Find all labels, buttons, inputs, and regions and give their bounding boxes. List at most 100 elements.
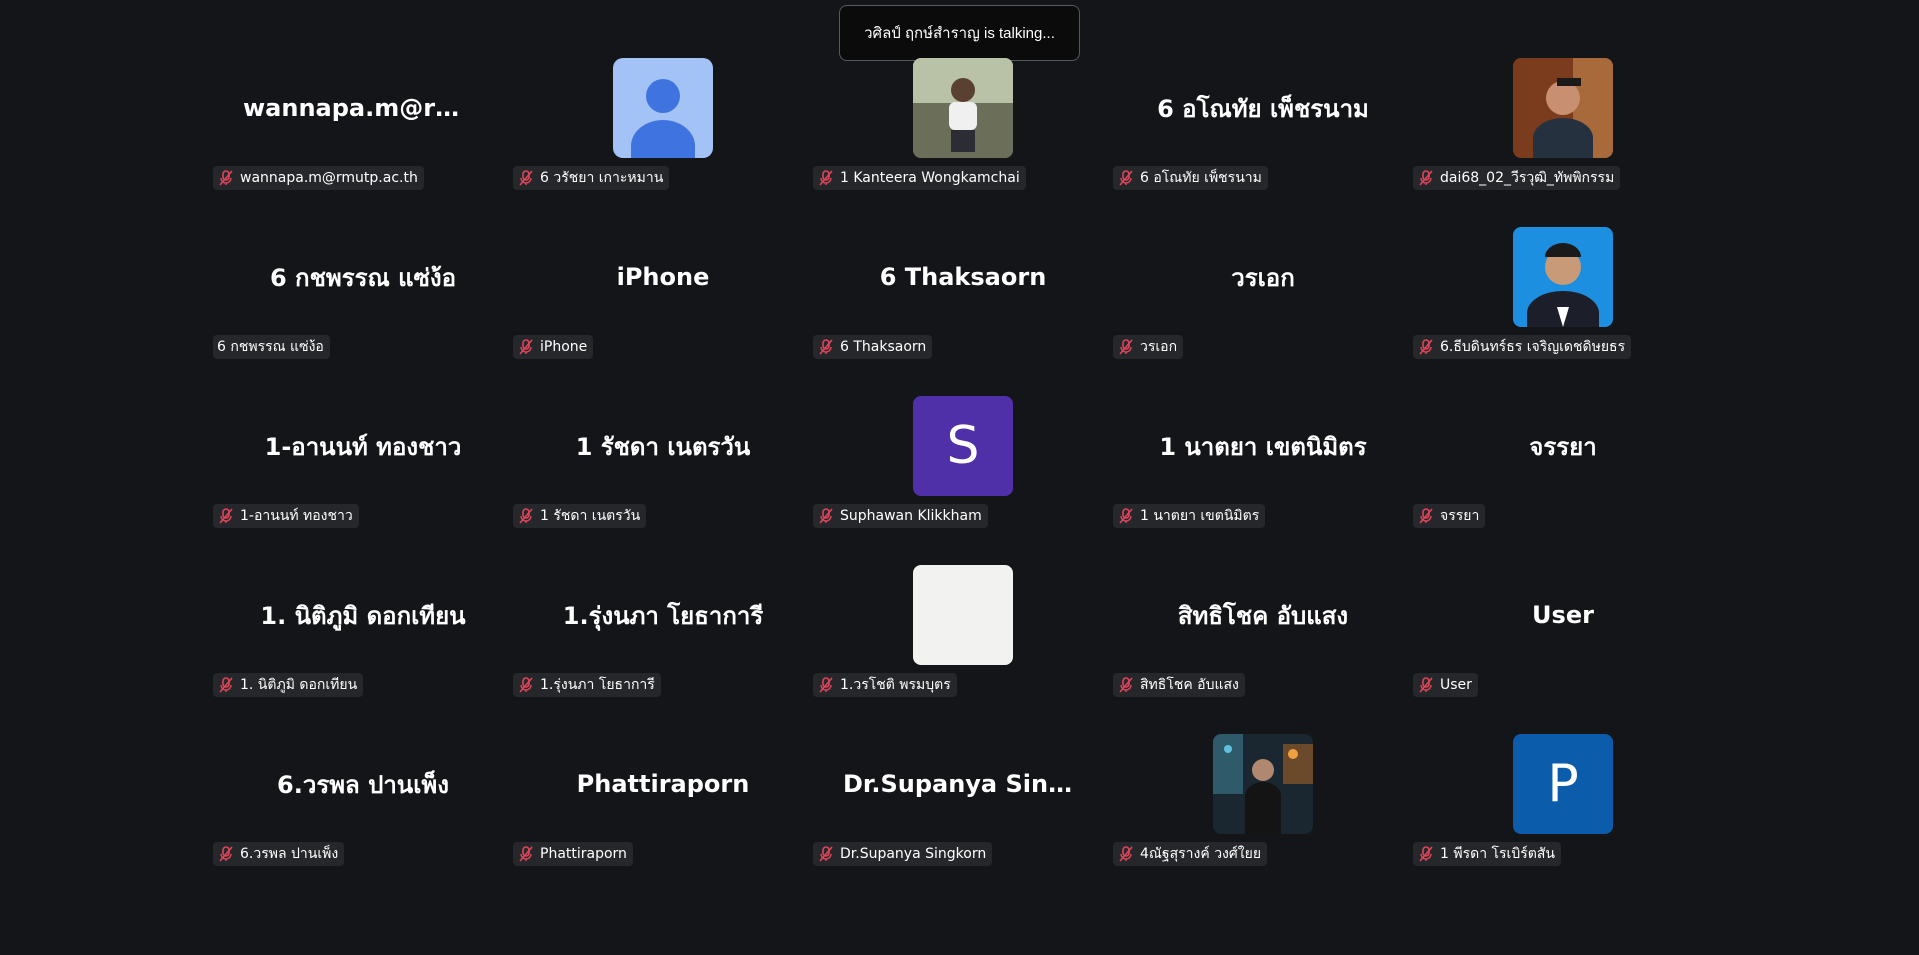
participant-display-name: 6 อโณทัย เพ็ชรนาม [1157, 94, 1369, 123]
participant-name-label: 1 พีรดา โรเบิร์ตสัน [1413, 842, 1561, 866]
participant-name-label: 1-อานนท์ ทองชาว [213, 504, 359, 528]
participant-tile[interactable]: 6 กชพรรณ แซ่ง้อ 6 กชพรรณ แซ่ง้อ [213, 221, 513, 390]
participant-name-label: 6 อโณทัย เพ็ชรนาม [1113, 166, 1268, 190]
participant-tile[interactable]: 6 อโณทัย เพ็ชรนาม 6 อโณทัย เพ็ชรนาม [1113, 52, 1413, 221]
participant-name-label: 6 กชพรรณ แซ่ง้อ [213, 335, 330, 359]
participant-tile[interactable]: วรเอก วรเอก [1113, 221, 1413, 390]
participant-display-name: สิทธิโชค อับแสง [1177, 601, 1349, 630]
participant-tile[interactable]: Dr.Supanya Sing... Dr.Supanya Singkorn [813, 728, 1113, 897]
participant-display-name: 1. นิติภูมิ ดอกเทียน [260, 601, 466, 630]
participant-name-label: สิทธิโชค อับแสง [1113, 673, 1245, 697]
mic-muted-icon [1119, 170, 1133, 186]
participant-tile[interactable]: wannapa.m@rm... wannapa.m@rmutp.ac.th [213, 52, 513, 221]
participant-name-label: wannapa.m@rmutp.ac.th [213, 166, 424, 190]
participant-tile[interactable]: สิทธิโชค อับแสง สิทธิโชค อับแสง [1113, 559, 1413, 728]
participant-tile[interactable]: P 1 พีรดา โรเบิร์ตสัน [1413, 728, 1713, 897]
participant-display-name: จรรยา [1529, 432, 1597, 461]
participant-tile[interactable]: S Suphawan Klikkham [813, 390, 1113, 559]
participant-display-name: 1-อานนท์ ทองชาว [264, 432, 462, 461]
mic-muted-icon [1419, 508, 1433, 524]
participant-display-name: User [1532, 601, 1594, 629]
participant-name-label: Phattiraporn [513, 842, 633, 866]
participant-name-label: 6 วรัชยา เกาะหมาน [513, 166, 670, 190]
mic-muted-icon [819, 170, 833, 186]
mic-muted-icon [519, 846, 533, 862]
participant-name-label: 1 Kanteera Wongkamchai [813, 166, 1026, 190]
participant-tile[interactable]: 6 วรัชยา เกาะหมาน [513, 52, 813, 221]
mic-muted-icon [1419, 677, 1433, 693]
mic-muted-icon [219, 508, 233, 524]
letter-avatar: P [1513, 734, 1613, 834]
person-silhouette-icon [631, 79, 695, 158]
mic-muted-icon [1119, 508, 1133, 524]
participant-display-name: 1 รัชดา เนตรวัน [575, 432, 751, 461]
participant-tile[interactable]: 6.ธีบดินทร์ธร เจริญเดชดิษยธร [1413, 221, 1713, 390]
mic-muted-icon [819, 677, 833, 693]
participant-name-label: วรเอก [1113, 335, 1184, 359]
participant-display-name: 6 กชพรรณ แซ่ง้อ [270, 263, 456, 292]
participant-tile[interactable]: 1 รัชดา เนตรวัน 1 รัชดา เนตรวัน [513, 390, 813, 559]
participant-tile[interactable]: 1 นาตยา เขตนิมิตร 1 นาตยา เขตนิมิตร [1113, 390, 1413, 559]
participant-display-name: 6 Thaksaorn [879, 263, 1047, 291]
mic-muted-icon [819, 508, 833, 524]
participant-name-label: 6.วรพล ปานเพ็ง [213, 842, 345, 866]
participant-name-label: 1.วรโชติ พรมบุตร [813, 673, 957, 697]
mic-muted-icon [1119, 846, 1133, 862]
participant-name-label: iPhone [513, 335, 594, 359]
mic-muted-icon [519, 677, 533, 693]
mic-muted-icon [1419, 846, 1433, 862]
blank-avatar [913, 565, 1013, 665]
participant-tile[interactable]: 1. นิติภูมิ ดอกเทียน 1. นิติภูมิ ดอกเทีย… [213, 559, 513, 728]
participant-tile[interactable]: 6 Thaksaorn 6 Thaksaorn [813, 221, 1113, 390]
profile-photo [1513, 227, 1613, 327]
participant-tile[interactable]: 1 Kanteera Wongkamchai [813, 52, 1113, 221]
participant-name-label: 4ณัฐสุรางค์ วงศ์ใยย [1113, 842, 1268, 866]
participant-name-label: จรรยา [1413, 504, 1486, 528]
participant-display-name: 1 นาตยา เขตนิมิตร [1159, 432, 1367, 461]
participant-tile[interactable]: จรรยา จรรยา [1413, 390, 1713, 559]
participant-name-label: 1 รัชดา เนตรวัน [513, 504, 647, 528]
meeting-stage: วศิลป์ ฤกษ์สำราญ is talking... wannapa.m… [0, 0, 1919, 955]
mic-muted-icon [219, 846, 233, 862]
participant-name-label: 1.รุ่งนภา โยธาการี [513, 673, 661, 697]
default-avatar [613, 58, 713, 158]
mic-muted-icon [819, 846, 833, 862]
mic-muted-icon [1419, 170, 1433, 186]
mic-muted-icon [1419, 339, 1433, 355]
profile-photo [1513, 58, 1613, 158]
participant-display-name: Dr.Supanya Sing... [843, 770, 1083, 798]
profile-photo [1213, 734, 1313, 834]
mic-muted-icon [1119, 339, 1133, 355]
participant-tile[interactable]: 1.วรโชติ พรมบุตร [813, 559, 1113, 728]
participant-tile[interactable]: User User [1413, 559, 1713, 728]
participant-grid: wannapa.m@rm... wannapa.m@rmutp.ac.th 6 … [213, 52, 1713, 897]
participant-name-label: 1 นาตยา เขตนิมิตร [1113, 504, 1266, 528]
mic-muted-icon [1119, 677, 1133, 693]
participant-tile[interactable]: Phattiraporn Phattiraporn [513, 728, 813, 897]
participant-display-name: Phattiraporn [576, 770, 750, 798]
participant-name-label: 1. นิติภูมิ ดอกเทียน [213, 673, 364, 697]
participant-name-label: Suphawan Klikkham [813, 504, 988, 528]
participant-tile[interactable]: 1.รุ่งนภา โยธาการี 1.รุ่งนภา โยธาการี [513, 559, 813, 728]
mic-muted-icon [219, 677, 233, 693]
participant-tile[interactable]: 4ณัฐสุรางค์ วงศ์ใยย [1113, 728, 1413, 897]
profile-photo [913, 58, 1013, 158]
participant-display-name: iPhone [616, 263, 710, 291]
letter-avatar: S [913, 396, 1013, 496]
participant-display-name: wannapa.m@rm... [243, 94, 483, 122]
participant-display-name: วรเอก [1231, 263, 1295, 292]
mic-muted-icon [219, 170, 233, 186]
participant-tile[interactable]: 6.วรพล ปานเพ็ง 6.วรพล ปานเพ็ง [213, 728, 513, 897]
participant-name-label: dai68_02_วีรวุฒิ_ทัพพิกรรม [1413, 166, 1621, 190]
participant-name-label: User [1413, 673, 1478, 697]
participant-name-label: 6.ธีบดินทร์ธร เจริญเดชดิษยธร [1413, 335, 1632, 359]
mic-muted-icon [519, 339, 533, 355]
participant-tile[interactable]: iPhone iPhone [513, 221, 813, 390]
mic-muted-icon [519, 508, 533, 524]
participant-tile[interactable]: dai68_02_วีรวุฒิ_ทัพพิกรรม [1413, 52, 1713, 221]
participant-tile[interactable]: 1-อานนท์ ทองชาว 1-อานนท์ ทองชาว [213, 390, 513, 559]
participant-name-label: Dr.Supanya Singkorn [813, 842, 993, 866]
mic-muted-icon [819, 339, 833, 355]
participant-display-name: 1.รุ่งนภา โยธาการี [562, 601, 764, 630]
participant-name-label: 6 Thaksaorn [813, 335, 933, 359]
